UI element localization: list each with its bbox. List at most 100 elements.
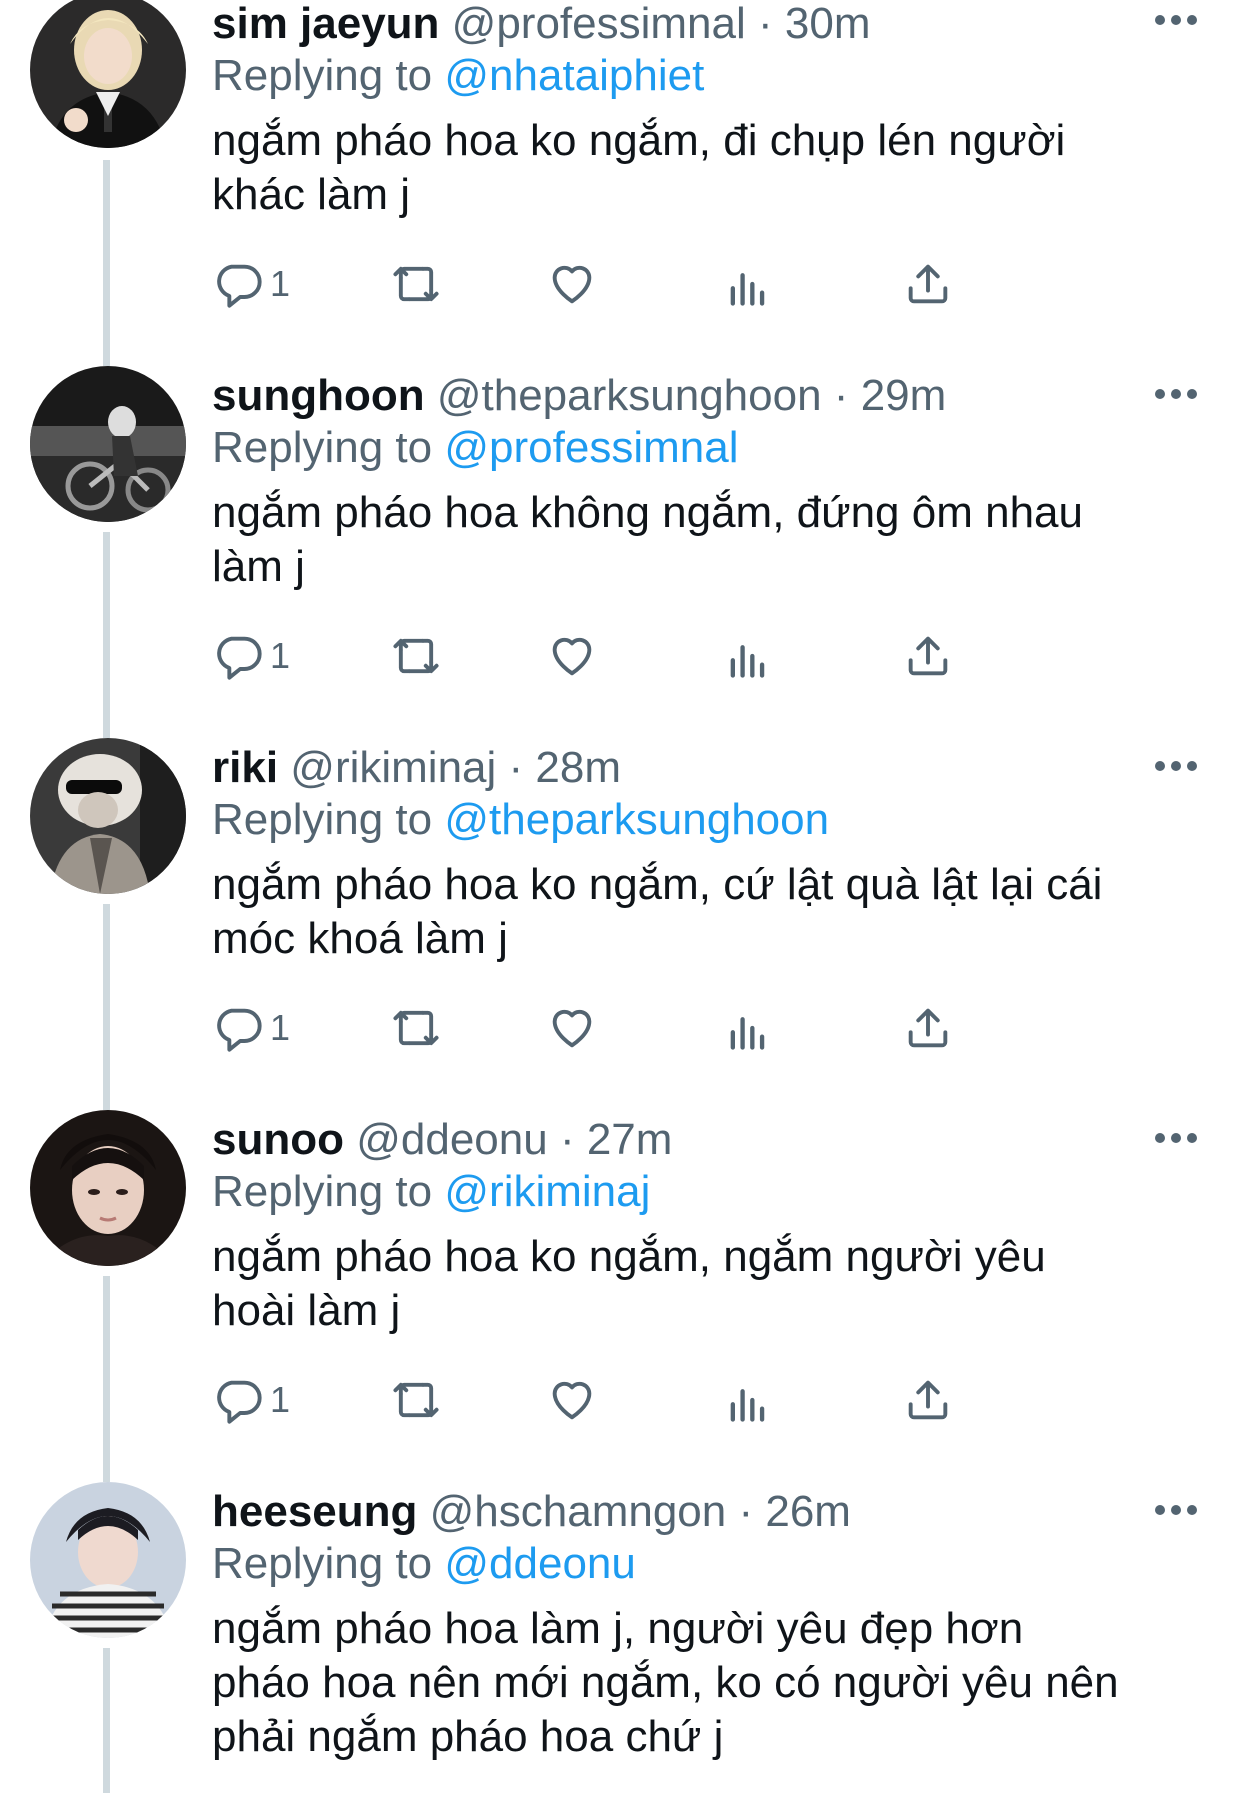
avatar-image	[30, 1110, 186, 1266]
tweet-text-line: ngắm pháo hoa làm j, người yêu đẹp hơn	[212, 1604, 1024, 1653]
handle[interactable]: @theparksunghoon	[437, 371, 822, 420]
avatar[interactable]	[30, 366, 186, 522]
tweet-header: sim jaeyun @professimnal · 30m	[212, 0, 1202, 50]
replying-label: Replying to	[212, 51, 433, 100]
replying-to: Replying to @ddeonu	[212, 1538, 1202, 1590]
separator: ·	[726, 1487, 766, 1536]
retweet-icon	[390, 630, 442, 682]
reply-button[interactable]: 1	[212, 628, 290, 684]
analytics-button[interactable]	[722, 256, 774, 312]
more-icon[interactable]	[1152, 10, 1200, 30]
tweet[interactable]: heeseung @hschamngon · 26m Replying to @…	[0, 1482, 1242, 1793]
like-button[interactable]	[546, 1000, 598, 1056]
reply-button[interactable]: 1	[212, 256, 290, 312]
handle[interactable]: @ddeonu	[356, 1115, 548, 1164]
retweet-button[interactable]	[390, 256, 442, 312]
mention-link[interactable]: @theparksunghoon	[444, 795, 829, 844]
handle[interactable]: @professimnal	[452, 0, 746, 48]
reply-button[interactable]: 1	[212, 1000, 290, 1056]
tweet[interactable]: riki @rikiminaj · 28m Replying to @thepa…	[0, 738, 1242, 1116]
timestamp[interactable]: 26m	[765, 1487, 851, 1536]
display-name[interactable]: riki	[212, 743, 278, 792]
tweet-text: ngắm pháo hoa không ngắm, đứng ôm nhau l…	[212, 486, 1202, 594]
reply-count: 1	[270, 1007, 291, 1048]
analytics-icon	[722, 630, 774, 682]
retweet-button[interactable]	[390, 1372, 442, 1428]
tweet-actions: 1	[212, 256, 1112, 312]
tweet-text-line: móc khoá làm j	[212, 914, 508, 963]
retweet-button[interactable]	[390, 1000, 442, 1056]
tweet-actions: 1	[212, 1000, 1112, 1056]
avatar[interactable]	[30, 1482, 186, 1638]
tweet-text-line: khác làm j	[212, 170, 411, 219]
more-icon[interactable]	[1152, 384, 1200, 404]
avatar-image	[30, 738, 186, 894]
more-icon[interactable]	[1152, 1128, 1200, 1148]
tweet[interactable]: sunoo @ddeonu · 27m Replying to @rikimin…	[0, 1110, 1242, 1488]
retweet-button[interactable]	[390, 628, 442, 684]
like-button[interactable]	[546, 628, 598, 684]
display-name[interactable]: sim jaeyun	[212, 0, 439, 48]
share-button[interactable]	[902, 256, 954, 312]
timestamp[interactable]: 29m	[861, 371, 947, 420]
tweet-text: ngắm pháo hoa ko ngắm, đi chụp lén người…	[212, 114, 1202, 222]
tweet-text-line: hoài làm j	[212, 1286, 401, 1335]
tweet-text-line: pháo hoa nên mới ngắm, ko có người yêu n…	[212, 1658, 1119, 1707]
mention-link[interactable]: @professimnal	[444, 423, 738, 472]
timestamp[interactable]: 28m	[535, 743, 621, 792]
timestamp[interactable]: 27m	[587, 1115, 673, 1164]
replying-to: Replying to @nhataiphiet	[212, 50, 1202, 102]
handle[interactable]: @rikiminaj	[290, 743, 496, 792]
avatar-image	[30, 366, 186, 522]
reply-thread: sim jaeyun @professimnal · 30m Replying …	[0, 0, 1242, 1793]
share-icon	[902, 1002, 954, 1054]
share-button[interactable]	[902, 1000, 954, 1056]
tweet-header: sunoo @ddeonu · 27m	[212, 1114, 1202, 1166]
tweet[interactable]: sim jaeyun @professimnal · 30m Replying …	[0, 0, 1242, 372]
avatar-image	[30, 0, 186, 148]
more-icon[interactable]	[1152, 756, 1200, 776]
mention-link[interactable]: @nhataiphiet	[444, 51, 704, 100]
share-icon	[902, 258, 954, 310]
replying-label: Replying to	[212, 1167, 433, 1216]
tweet-text-line: làm j	[212, 542, 305, 591]
replying-label: Replying to	[212, 795, 433, 844]
heart-icon	[546, 1002, 598, 1054]
separator: ·	[821, 371, 861, 420]
tweet-text: ngắm pháo hoa ko ngắm, cứ lật quà lật lạ…	[212, 858, 1202, 966]
display-name[interactable]: sunghoon	[212, 371, 425, 420]
mention-link[interactable]: @ddeonu	[444, 1539, 636, 1588]
analytics-button[interactable]	[722, 1000, 774, 1056]
tweet-text: ngắm pháo hoa ko ngắm, ngắm người yêu ho…	[212, 1230, 1202, 1338]
tweet[interactable]: sunghoon @theparksunghoon · 29m Replying…	[0, 366, 1242, 744]
retweet-icon	[390, 1002, 442, 1054]
reply-icon	[212, 1002, 264, 1054]
reply-button[interactable]: 1	[212, 1372, 290, 1428]
reply-count: 1	[270, 1379, 291, 1420]
reply-count: 1	[270, 635, 291, 676]
avatar[interactable]	[30, 1110, 186, 1266]
separator: ·	[496, 743, 536, 792]
like-button[interactable]	[546, 256, 598, 312]
avatar[interactable]	[30, 0, 186, 148]
analytics-icon	[722, 258, 774, 310]
replying-label: Replying to	[212, 423, 433, 472]
share-button[interactable]	[902, 628, 954, 684]
timestamp[interactable]: 30m	[785, 0, 871, 48]
handle[interactable]: @hschamngon	[430, 1487, 727, 1536]
share-button[interactable]	[902, 1372, 954, 1428]
avatar[interactable]	[30, 738, 186, 894]
like-button[interactable]	[546, 1372, 598, 1428]
reply-icon	[212, 1374, 264, 1426]
analytics-button[interactable]	[722, 628, 774, 684]
avatar-image	[30, 1482, 186, 1638]
display-name[interactable]: heeseung	[212, 1487, 417, 1536]
replying-label: Replying to	[212, 1539, 433, 1588]
mention-link[interactable]: @rikiminaj	[444, 1167, 650, 1216]
tweet-header: heeseung @hschamngon · 26m	[212, 1486, 1202, 1538]
more-icon[interactable]	[1152, 1500, 1200, 1520]
analytics-button[interactable]	[722, 1372, 774, 1428]
retweet-icon	[390, 258, 442, 310]
analytics-icon	[722, 1374, 774, 1426]
display-name[interactable]: sunoo	[212, 1115, 344, 1164]
